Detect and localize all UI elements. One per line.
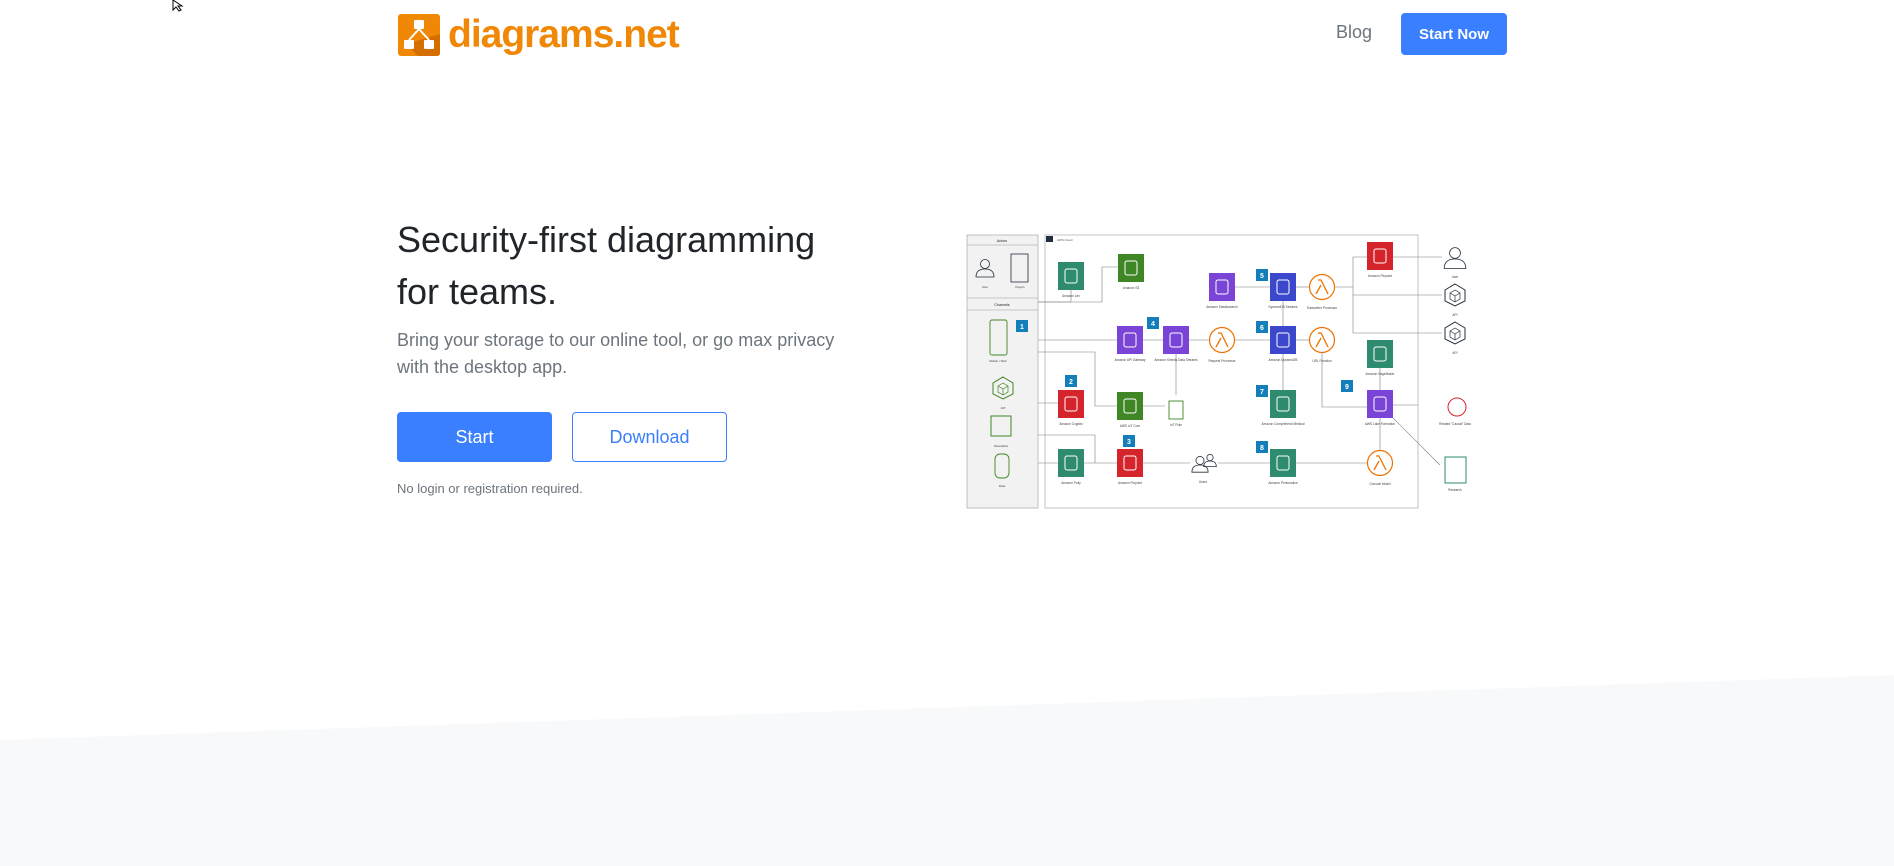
actor-user-label: User bbox=[982, 285, 988, 289]
service-sage-icon bbox=[1367, 340, 1393, 368]
service-pin2-label: Amazon Pinpoint bbox=[1118, 481, 1142, 485]
service-pin2-icon bbox=[1117, 449, 1143, 477]
channel-wearables-label: Wearables bbox=[994, 444, 1009, 448]
connector-edge bbox=[1352, 287, 1442, 296]
service-cog-label: Amazon Cognito bbox=[1059, 422, 1083, 426]
service-lex-label: Amazon Lex bbox=[1062, 294, 1080, 298]
service-pin1-icon bbox=[1367, 242, 1393, 270]
channel-api-label: API bbox=[1001, 406, 1006, 410]
research-label: Research bbox=[1448, 488, 1462, 492]
step-badge-number: 8 bbox=[1260, 445, 1264, 452]
logo[interactable]: diagrams.net bbox=[398, 13, 680, 57]
step-badge-number: 4 bbox=[1151, 321, 1155, 328]
step-badge-number: 1 bbox=[1020, 324, 1024, 331]
user-label: User bbox=[1452, 275, 1460, 279]
service-comp-label: Amazon Comprehend Medical bbox=[1262, 422, 1305, 426]
api-2-icon bbox=[1444, 321, 1466, 345]
service-kinesis-icon bbox=[1163, 326, 1189, 354]
related-data-icon bbox=[1447, 397, 1467, 417]
iot-rule-label: IoT Rule bbox=[1170, 423, 1182, 427]
lambda-url-icon bbox=[1308, 326, 1336, 354]
service-apigw-label: Amazon API Gateway bbox=[1114, 358, 1145, 362]
footer-background bbox=[0, 675, 1894, 866]
service-pers-label: Amazon Personalize bbox=[1268, 481, 1297, 485]
download-button[interactable]: Download bbox=[572, 412, 727, 462]
research-icon bbox=[1444, 456, 1467, 484]
hero-lead: Bring your storage to our online tool, o… bbox=[397, 330, 835, 377]
users-icon bbox=[1191, 456, 1209, 473]
lambda-sub-label: Subscriber Processor bbox=[1307, 306, 1338, 310]
service-sage-label: Amazon SageMaker bbox=[1366, 372, 1396, 376]
blog-link[interactable]: Blog bbox=[1336, 22, 1372, 43]
actors-channels-panel bbox=[966, 234, 1039, 509]
service-ddbs-label: DynamoDB Streams bbox=[1268, 305, 1297, 309]
channels-title: Channels bbox=[994, 303, 1009, 307]
api-1-icon bbox=[1444, 283, 1466, 307]
start-button[interactable]: Start bbox=[397, 412, 552, 462]
channel-data-label: Data bbox=[999, 484, 1006, 488]
hero-title: Security-first diagramming for teams. bbox=[397, 219, 816, 312]
actor-payers-label: Payers bbox=[1015, 285, 1025, 289]
step-badge-number: 2 bbox=[1069, 379, 1073, 386]
iot-rule-icon bbox=[1168, 400, 1184, 420]
service-iot-icon bbox=[1117, 392, 1143, 420]
users-icon-2 bbox=[1203, 453, 1217, 467]
service-ddb-icon bbox=[1270, 326, 1296, 354]
logo-text: diagrams.net bbox=[448, 13, 680, 56]
api-2-label: API bbox=[1452, 351, 1457, 355]
service-kinesis-label: Amazon Kinesis Data Streams bbox=[1154, 358, 1198, 362]
service-ddb-label: Amazon DynamoDB bbox=[1269, 358, 1298, 362]
channel-mobile-label: Mobile / Web bbox=[989, 359, 1007, 363]
connector-edge bbox=[1392, 417, 1441, 466]
step-badge-number: 9 bbox=[1345, 384, 1349, 391]
lambda-req-label: Request Processor bbox=[1208, 359, 1236, 363]
lambda-url-label: URL Function bbox=[1312, 359, 1332, 363]
aws-cloud-title: AWS Cloud bbox=[1057, 238, 1073, 242]
no-login-note: No login or registration required. bbox=[397, 481, 583, 496]
aws-architecture-diagram: Actors Channels AWS Cloud Amazon Lex Amazon … bbox=[966, 234, 1471, 509]
step-badge-number: 6 bbox=[1260, 325, 1264, 332]
service-es-label: Amazon Elasticsearch bbox=[1206, 305, 1238, 309]
connector-edge bbox=[1335, 256, 1367, 288]
service-lake-icon bbox=[1367, 390, 1393, 418]
lambda-cons-label: Console Model bbox=[1369, 482, 1391, 486]
mouse-cursor-icon bbox=[172, 0, 184, 12]
service-s3-label: Amazon S3 bbox=[1123, 286, 1140, 290]
lambda-req-icon bbox=[1208, 326, 1236, 354]
api-1-label: API bbox=[1452, 313, 1457, 317]
service-s3-icon bbox=[1118, 254, 1144, 282]
actors-title: Actors bbox=[997, 239, 1007, 243]
user-icon bbox=[1443, 247, 1467, 269]
service-polly-icon bbox=[1058, 449, 1084, 477]
lambda-sub-icon bbox=[1308, 273, 1336, 301]
service-iot-label: AWS IoT Core bbox=[1120, 424, 1141, 428]
step-badge-number: 3 bbox=[1127, 439, 1131, 446]
users-label: Users bbox=[1199, 480, 1208, 484]
step-badge-number: 5 bbox=[1260, 273, 1264, 280]
service-lex-icon bbox=[1058, 262, 1084, 290]
service-es-icon bbox=[1209, 273, 1235, 301]
service-ddbs-icon bbox=[1270, 273, 1296, 301]
start-now-button[interactable]: Start Now bbox=[1401, 13, 1507, 55]
connector-edge bbox=[1352, 295, 1442, 334]
service-apigw-icon bbox=[1117, 326, 1143, 354]
service-cog-icon bbox=[1058, 390, 1084, 418]
service-comp-icon bbox=[1270, 390, 1296, 418]
service-lake-label: AWS Lake Formation bbox=[1365, 422, 1395, 426]
service-pers-icon bbox=[1270, 449, 1296, 477]
service-polly-label: Amazon Polly bbox=[1061, 481, 1081, 485]
step-badge-number: 7 bbox=[1260, 389, 1264, 396]
diagrams-logo-icon bbox=[398, 14, 440, 56]
service-pin1-label: Amazon Pinpoint bbox=[1368, 274, 1392, 278]
lambda-cons-icon bbox=[1366, 449, 1394, 477]
related-data-label: Related "Causal" Data bbox=[1439, 422, 1471, 426]
